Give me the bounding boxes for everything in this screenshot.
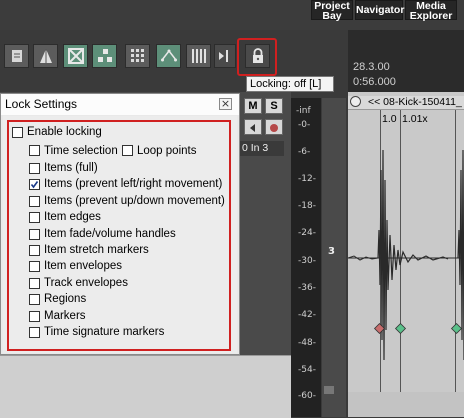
meter-tick-label: -42-	[298, 310, 316, 320]
items-prevent-up-down-movement-label: Items (prevent up/down movement)	[44, 195, 225, 207]
group-icon	[97, 49, 112, 62]
document-icon	[11, 50, 22, 62]
toolbar-button-5[interactable]	[125, 44, 150, 68]
enable-locking-checkbox[interactable]	[12, 127, 23, 138]
item-edges-label: Item edges	[44, 211, 101, 223]
toolbar-button-4[interactable]	[92, 44, 117, 68]
meter-tick-label: -30-	[298, 256, 316, 266]
phase-button[interactable]	[244, 119, 262, 135]
regions-checkbox[interactable]	[29, 294, 40, 305]
loop-points-checkbox[interactable]	[122, 145, 133, 156]
enable-locking-label: Enable locking	[27, 126, 102, 138]
item-edges-checkbox[interactable]	[29, 212, 40, 223]
vertical-lines-icon	[191, 49, 206, 63]
items-prevent-left-right-movement-checkbox[interactable]	[29, 179, 40, 190]
items-prevent-up-down-movement-checkbox[interactable]	[29, 196, 40, 207]
meter-tick-label: -54-	[298, 365, 316, 375]
ruler-top	[348, 36, 464, 46]
ruler-seconds: 0:56.000	[353, 76, 396, 88]
items-prevent-left-right-movement-label: Items (prevent left/right movement)	[44, 178, 223, 190]
arrow-left-icon	[250, 124, 255, 132]
items-full-checkbox[interactable]	[29, 163, 40, 174]
meter-tick-label: -24-	[298, 228, 316, 238]
record-icon	[270, 124, 278, 132]
input-selector[interactable]: 0 In 3	[240, 141, 284, 156]
media-explorer-button[interactable]: Media Explorer	[405, 0, 457, 22]
locking-button-highlight	[237, 38, 277, 76]
stretch-marker-handle-red[interactable]	[373, 322, 386, 335]
item-fade-volume-handles-checkbox[interactable]	[29, 229, 40, 240]
navigator-label: Navigator	[356, 4, 405, 16]
toolbar-button-7[interactable]	[186, 44, 211, 68]
meter-tick-label: -0-	[298, 120, 311, 130]
locking-tooltip: Locking: off [L]	[246, 76, 334, 92]
ripple-icon	[39, 49, 52, 63]
meter-tick-label: -18-	[298, 201, 316, 211]
grid-icon	[130, 49, 144, 62]
meter-tick-label: -12-	[298, 174, 316, 184]
item-stretch-markers-label: Item stretch markers	[44, 244, 149, 256]
toolbar-button-2[interactable]	[33, 44, 58, 68]
media-explorer-label: Media Explorer	[409, 0, 453, 22]
item-fx-icon[interactable]	[350, 96, 361, 107]
stretch-marker-handle-green-2[interactable]	[450, 322, 463, 335]
markers-checkbox[interactable]	[29, 311, 40, 322]
solo-button[interactable]: S	[265, 98, 283, 114]
record-arm-button[interactable]	[265, 119, 283, 135]
meter-tick-label: -inf	[296, 106, 311, 116]
item-stretch-markers-checkbox[interactable]	[29, 245, 40, 256]
time-signature-markers-label: Time signature markers	[44, 326, 165, 338]
toolbar-button-1[interactable]	[4, 44, 29, 68]
dialog-close-button[interactable]: ×	[219, 98, 232, 110]
project-bay-label: Project Bay	[314, 0, 350, 22]
meter-tick-label: -36-	[298, 283, 316, 293]
track-list-area	[0, 355, 291, 418]
time-selection-checkbox[interactable]	[29, 145, 40, 156]
markers-label: Markers	[44, 310, 86, 322]
project-bay-button[interactable]: Project Bay	[311, 0, 353, 22]
waveform	[348, 149, 464, 361]
item-envelopes-checkbox[interactable]	[29, 261, 40, 272]
loop-points-label: Loop points	[137, 145, 197, 157]
navigator-button[interactable]: Navigator	[355, 0, 405, 20]
item-envelopes-label: Item envelopes	[44, 260, 122, 272]
dialog-title: Lock Settings	[5, 97, 78, 111]
meter-tick-label: -48-	[298, 338, 316, 348]
split-arrow-icon	[219, 50, 228, 62]
time-selection-label: Time selection	[44, 145, 118, 157]
fx-icon[interactable]	[324, 386, 334, 394]
ruler-time: 28.3.00	[353, 61, 390, 73]
item-header[interactable]: << 08-Kick-150411_	[348, 96, 464, 110]
toolbar-button-3[interactable]	[63, 44, 88, 68]
track-number: 3	[328, 246, 335, 257]
track-envelopes-label: Track envelopes	[44, 277, 128, 289]
checkmark-icon	[30, 181, 39, 189]
item-name: << 08-Kick-150411_	[368, 96, 462, 108]
meter-tick-label: -6-	[298, 147, 311, 157]
time-signature-markers-checkbox[interactable]	[29, 327, 40, 338]
regions-label: Regions	[44, 293, 87, 305]
stretch-marker-handle-green[interactable]	[394, 322, 407, 335]
grid-snap-icon	[67, 48, 84, 64]
envelope-points-icon	[160, 49, 177, 62]
item-fade-volume-handles-label: Item fade/volume handles	[44, 228, 176, 240]
meter-tick-label: -60-	[298, 391, 316, 401]
toolbar-button-6[interactable]	[156, 44, 181, 68]
track-number-strip	[322, 98, 346, 417]
track-envelopes-checkbox[interactable]	[29, 278, 40, 289]
items-full-label: Items (full)	[44, 162, 98, 174]
mute-button[interactable]: M	[244, 98, 262, 114]
toolbar-button-8[interactable]	[214, 44, 236, 68]
